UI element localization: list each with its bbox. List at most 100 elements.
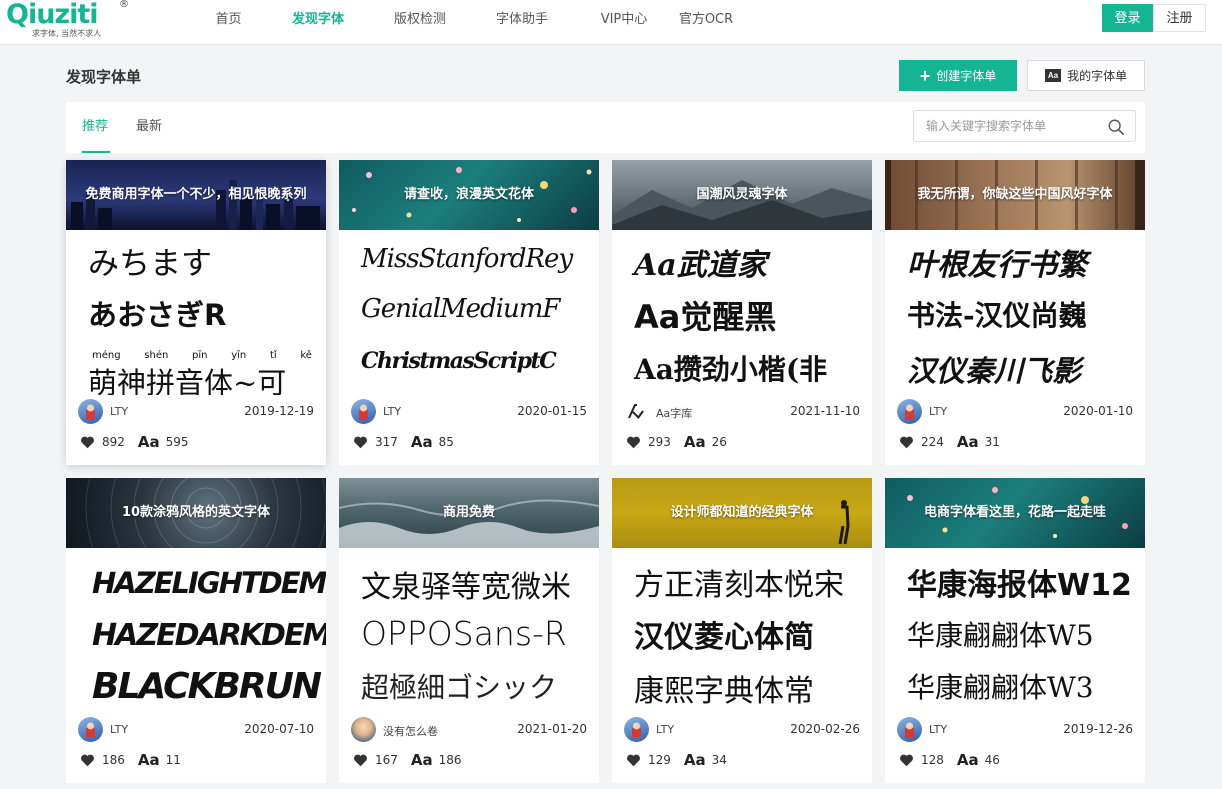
font-sample: MissStanfordRey [361,244,573,274]
author-name[interactable]: LTY [383,405,401,418]
avatar[interactable] [351,399,376,424]
font-sample: HAZEDARKDEMO [92,618,326,653]
font-sample: 汉仪秦川飞影 [907,354,1082,388]
heart-icon[interactable] [80,435,95,449]
tab-recommended[interactable]: 推荐 [82,102,110,153]
search-icon[interactable] [1107,118,1125,136]
avatar[interactable] [897,717,922,742]
heart-icon[interactable] [80,753,95,767]
registered-mark: ® [119,0,129,10]
font-sample: 华康翩翩体W3 [907,671,1094,704]
like-count: 224 [921,435,944,449]
font-preview: 方正清刻本悦宋 汉仪菱心体简 康熙字典体常 [612,548,872,713]
author-name[interactable]: LTY [929,723,947,736]
card-title: 免费商用字体一个不少，相见恨晚系列 [85,187,307,202]
font-list-card[interactable]: 我无所谓，你缺这些中国风好字体 叶根友行书繁 书法-汉仪尚巍 汉仪秦川飞影 LT… [885,160,1145,465]
nav-item-home[interactable]: 首页 [190,0,267,40]
publish-date: 2021-01-20 [517,722,587,736]
nav-item-official-ocr[interactable]: 官方OCR [675,0,737,40]
font-sample: 书法-汉仪尚巍 [907,299,1087,332]
avatar[interactable] [78,717,103,742]
font-list-card[interactable]: 请查收，浪漫英文花体 MissStanfordRey GenialMediumF… [339,160,599,465]
font-sample: GenialMediumF [361,294,560,324]
register-button[interactable]: 注册 [1153,4,1206,32]
card-title: 请查收，浪漫英文花体 [403,187,534,202]
font-list-card[interactable]: 商用免费 文泉驿等宽微米 OPPOSans-R 超極細ゴシック 没有怎么卷 20… [339,478,599,783]
like-count: 186 [102,753,125,767]
site-logo[interactable]: Qiuziti ® 求字体, 当然不求人 [6,0,136,42]
font-list-card[interactable]: 设计师都知道的经典字体 方正清刻本悦宋 汉仪菱心体简 康熙字典体常 LTY 20… [612,478,872,783]
create-font-list-label: 创建字体单 [936,69,997,83]
font-list-card[interactable]: 国潮风灵魂字体 Aa武道家 Aa觉醒黑 Aa攒劲小楷(非 Aa字库 2021-1… [612,160,872,465]
create-font-list-button[interactable]: + 创建字体单 [899,60,1017,91]
font-count: 11 [165,753,181,767]
font-sample: 华康海报体W12 [907,568,1132,603]
avatar[interactable] [897,399,922,424]
author-name[interactable]: 没有怎么卷 [383,723,438,739]
main-nav: 首页 发现字体 版权检测 字体助手 VIP中心 官方OCR [190,0,737,40]
card-stats: 128 Aa 46 [899,751,1000,769]
font-count-icon: Aa [956,751,979,769]
author-name[interactable]: LTY [110,723,128,736]
card-banner: 电商字体看这里，花路一起走哇 [885,478,1145,548]
font-count-icon: Aa [683,751,706,769]
font-list-card[interactable]: 免费商用字体一个不少，相见恨晚系列 みちます あおさぎR méng shén p… [66,160,326,465]
font-sample: 超極細ゴシック [361,671,558,704]
heart-icon[interactable] [626,435,641,449]
heart-icon[interactable] [353,435,368,449]
nav-item-font-assistant[interactable]: 字体助手 [471,0,573,40]
font-sample: 华康翩翩体W5 [907,619,1094,652]
font-preview: MissStanfordRey GenialMediumF ChristmasS… [339,230,599,395]
publish-date: 2020-02-26 [790,722,860,736]
heart-icon[interactable] [899,435,914,449]
author-name[interactable]: LTY [929,405,947,418]
publish-date: 2019-12-26 [1063,722,1133,736]
font-sample: あおさぎR [88,298,227,332]
font-count: 186 [438,753,462,767]
heart-icon[interactable] [626,753,641,767]
font-sample: 文泉驿等宽微米 [361,570,571,605]
font-list-card[interactable]: 10款涂鸦风格的英文字体 HAZELIGHTDEMO HAZEDARKDEMO … [66,478,326,783]
card-meta: LTY 2020-01-10 224 Aa 31 [885,395,1145,465]
font-sample: Aa武道家 [634,248,767,283]
card-title: 10款涂鸦风格的英文字体 [121,505,271,520]
font-count: 31 [984,435,1000,449]
tab-latest[interactable]: 最新 [136,102,164,153]
font-list-card[interactable]: 电商字体看这里，花路一起走哇 华康海报体W12 华康翩翩体W5 华康翩翩体W3 … [885,478,1145,783]
avatar[interactable] [78,399,103,424]
card-stats: 317 Aa 85 [353,433,454,451]
heart-icon[interactable] [899,753,914,767]
card-banner: 请查收，浪漫英文花体 [339,160,599,230]
nav-item-discover-fonts[interactable]: 发现字体 [267,0,369,40]
font-count-icon: Aa [956,433,979,451]
avatar[interactable] [624,717,649,742]
search-box [913,110,1136,142]
login-button[interactable]: 登录 [1102,4,1153,32]
font-preview: 华康海报体W12 华康翩翩体W5 华康翩翩体W3 [885,548,1145,713]
nav-item-copyright-check[interactable]: 版权检测 [369,0,471,40]
like-count: 129 [648,753,671,767]
logo-wordmark: Qiuziti [6,0,99,30]
my-font-lists-button[interactable]: Aa 我的字体单 [1027,60,1145,91]
avatar[interactable] [351,717,376,742]
font-sample: OPPOSans-R [361,614,567,653]
search-input[interactable] [914,111,1104,141]
font-count: 46 [984,753,1000,767]
font-count-icon: Aa [410,751,433,769]
heart-icon[interactable] [353,753,368,767]
card-banner: 设计师都知道的经典字体 [612,478,872,548]
plus-icon: + [919,65,931,86]
aa-library-logo-icon[interactable] [624,399,649,424]
publish-date: 2020-01-15 [517,404,587,418]
author-name[interactable]: LTY [656,723,674,736]
font-count-icon: Aa [137,433,160,451]
nav-item-vip-center[interactable]: VIP中心 [573,0,675,40]
font-sample: Aa攒劲小楷(非 [634,353,828,386]
font-count: 34 [711,753,727,767]
card-meta: Aa字库 2021-11-10 293 Aa 26 [612,395,872,465]
like-count: 128 [921,753,944,767]
card-meta: 没有怎么卷 2021-01-20 167 Aa 186 [339,713,599,783]
author-name[interactable]: Aa字库 [656,405,692,421]
author-name[interactable]: LTY [110,405,128,418]
font-count-icon: Aa [137,751,160,769]
